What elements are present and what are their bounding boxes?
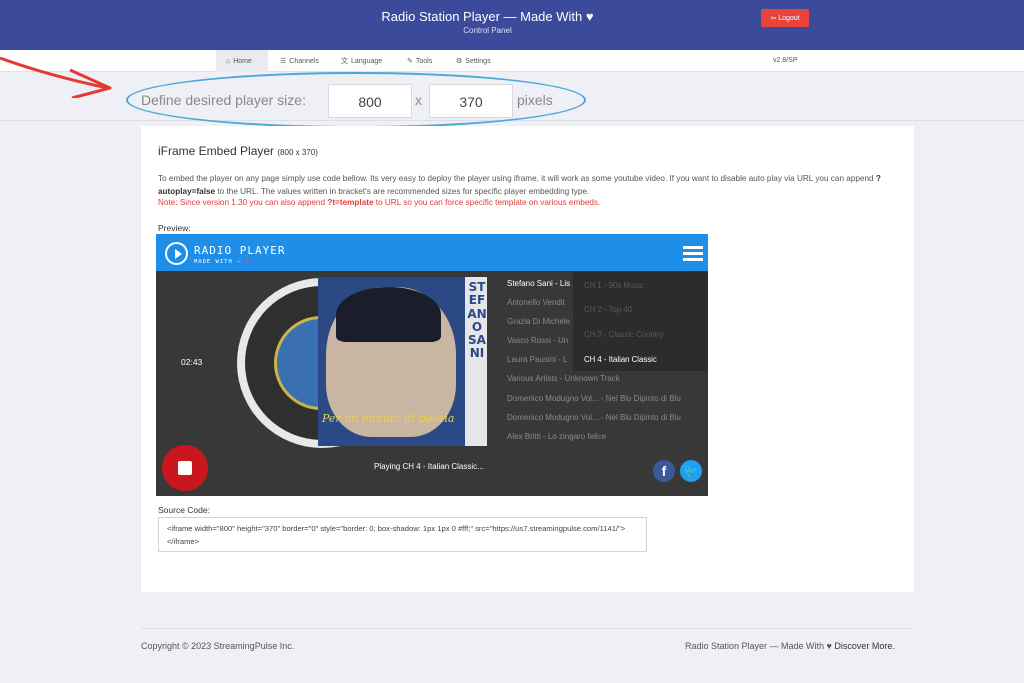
card-title: iFrame Embed Player (800 x 370)	[158, 144, 318, 158]
album-cover-artist: STEFANO SANI	[467, 280, 487, 361]
version-label: v2.8/SP	[773, 57, 798, 64]
embed-description: To embed the player on any page simply u…	[158, 172, 898, 198]
hamburger-menu-icon[interactable]	[683, 246, 703, 261]
list-icon: ☰	[280, 58, 287, 65]
source-code-textarea[interactable]: <iframe width="800" height="370" border=…	[158, 517, 647, 552]
footer-copyright: Copyright © 2023 StreamingPulse Inc.	[141, 641, 295, 651]
gears-icon: ⚙	[456, 58, 463, 65]
app-title: Radio Station Player — Made With ♥	[381, 9, 594, 24]
playlist-item[interactable]: Domenico Modugno Vol... - Nel Blu Dipint…	[507, 394, 681, 413]
language-icon: 文	[341, 58, 348, 65]
card-title-dims: (800 x 370)	[277, 148, 318, 157]
footer-divider	[141, 628, 914, 629]
channel-dropdown: CH 1 - 90s Music CH 2 - Top 40 CH 3 - Cl…	[573, 272, 708, 371]
nav-item-label: Tools	[415, 57, 433, 65]
logout-label: Logout	[778, 14, 800, 22]
source-code-label: Source Code:	[158, 505, 210, 515]
main-nav: ⌂ Home ☰ Channels 文 Language ✎ Tools ⚙ S…	[0, 50, 1024, 72]
footer-credits: Radio Station Player — Made With ♥ Disco…	[685, 641, 895, 651]
nav-item-language[interactable]: 文 Language	[331, 50, 392, 72]
stop-icon	[178, 461, 192, 475]
twitter-icon[interactable]: 🐦	[680, 460, 702, 482]
home-icon: ⌂	[226, 57, 231, 65]
preview-label: Preview:	[158, 223, 191, 233]
player-subtitle: MADE WITH — ♥	[194, 259, 250, 265]
app-subtitle: Control Panel	[463, 26, 512, 35]
album-cover-title: Per un minuto di poesia	[322, 412, 455, 425]
wrench-icon: ✎	[407, 58, 413, 65]
nav-item-label: Settings	[465, 57, 491, 65]
footer-credits-text: Radio Station Player — Made With ♥	[685, 641, 832, 651]
desc-text-2: to the URL. The values written in bracke…	[215, 187, 590, 196]
note-text-2: to URL so you can force specific templat…	[373, 198, 601, 207]
channel-option[interactable]: CH 2 - Top 40	[584, 305, 632, 314]
card-title-text: iFrame Embed Player	[158, 144, 275, 158]
stop-button[interactable]	[162, 445, 208, 491]
playlist-item[interactable]: Domenico Modugno Vol... - Nel Blu Dipint…	[507, 413, 681, 432]
channel-option[interactable]: CH 3 - Classic Country	[584, 330, 663, 339]
player-topbar: RADIO PLAYER MADE WITH — ♥	[156, 234, 708, 271]
playlist-item[interactable]: Alex Britti - Lo zingaro felice	[507, 432, 681, 451]
player-title: RADIO PLAYER	[194, 244, 286, 257]
channel-option-active[interactable]: CH 4 - Italian Classic	[584, 355, 657, 364]
embed-card: iFrame Embed Player (800 x 370) To embed…	[141, 126, 914, 592]
play-logo-icon	[165, 242, 188, 265]
highlight-oval	[126, 72, 586, 128]
player-subtitle-text: MADE WITH —	[194, 259, 242, 265]
logout-icon: ⇦	[770, 15, 777, 22]
elapsed-time: 02:43	[181, 357, 203, 367]
nav-item-label: Language	[351, 57, 383, 65]
app-header: Radio Station Player — Made With ♥ Contr…	[0, 0, 1024, 50]
album-cover: STEFANO SANI Per un minuto di poesia	[318, 277, 487, 446]
facebook-icon[interactable]: f	[653, 460, 675, 482]
nav-item-settings[interactable]: ⚙ Settings	[446, 50, 501, 72]
discover-more-link[interactable]: Discover More.	[834, 641, 895, 651]
playlist-item[interactable]: Various Artists - Unknown Track	[507, 374, 681, 393]
channel-option[interactable]: CH 1 - 90s Music	[584, 281, 644, 290]
player-preview: RADIO PLAYER MADE WITH — ♥ STEFANO SANI …	[156, 234, 708, 496]
now-playing: Playing CH 4 - Italian Classic...	[374, 462, 484, 471]
nav-item-label: Channels	[289, 57, 319, 65]
logout-button[interactable]: ⇦ Logout	[761, 9, 809, 27]
nav-item-tools[interactable]: ✎ Tools	[397, 50, 442, 72]
nav-item-home[interactable]: ⌂ Home	[216, 50, 268, 72]
red-arrow-icon	[0, 56, 112, 98]
heart-icon: ♥	[245, 259, 251, 265]
nav-item-label: Home	[233, 57, 252, 65]
nav-item-channels[interactable]: ☰ Channels	[270, 50, 329, 72]
note-code: ?t=template	[327, 198, 374, 207]
note-text: Note: Since version 1.30 you can also ap…	[158, 198, 328, 207]
desc-text: To embed the player on any page simply u…	[158, 174, 876, 183]
embed-note: Note: Since version 1.30 you can also ap…	[158, 198, 898, 207]
